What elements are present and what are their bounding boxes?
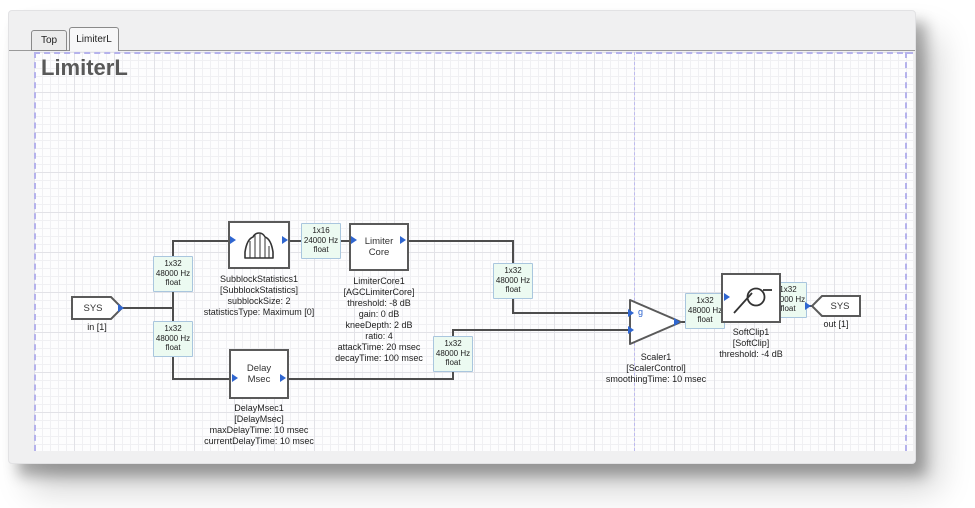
wire[interactable] bbox=[172, 240, 230, 242]
port-arrow-icon bbox=[118, 304, 124, 312]
wire[interactable] bbox=[452, 329, 630, 331]
page-guide-right bbox=[905, 52, 907, 451]
block-title: DelayMsec1 bbox=[164, 403, 354, 414]
wire-type-label[interactable]: 1x32 48000 Hz float bbox=[493, 263, 533, 299]
block-params: threshold: -4 dB bbox=[656, 349, 846, 360]
limitercore-inner-label: Limiter Core bbox=[365, 236, 394, 258]
port-arrow-icon bbox=[282, 236, 288, 244]
block-class: [SoftClip] bbox=[656, 338, 846, 349]
block-params: threshold: -8 dB gain: 0 dB kneeDepth: 2… bbox=[284, 298, 474, 364]
sys-input-pin-label: in [1] bbox=[71, 322, 123, 332]
page-guide-left bbox=[34, 52, 36, 451]
tab-top[interactable]: Top bbox=[31, 30, 67, 51]
port-arrow-icon bbox=[232, 374, 238, 382]
port-arrow-icon bbox=[674, 318, 680, 326]
subblockstatistics-block[interactable] bbox=[228, 221, 290, 269]
port-arrow-icon bbox=[628, 326, 634, 334]
wire-type-label[interactable]: 1x32 48000 Hz float bbox=[153, 321, 193, 357]
tab-strip: Top LimiterL bbox=[9, 11, 915, 51]
sys-output-block[interactable]: SYS bbox=[811, 295, 861, 317]
block-class: [AGCLimiterCore] bbox=[284, 287, 474, 298]
block-class: [DelayMsec] bbox=[164, 414, 354, 425]
page: Top LimiterL LimiterL bbox=[0, 0, 975, 508]
limitercore-caption: LimiterCore1 [AGCLimiterCore] threshold:… bbox=[284, 276, 474, 364]
port-arrow-icon bbox=[628, 309, 634, 317]
block-params: smoothingTime: 10 msec bbox=[561, 374, 751, 385]
wire-type-label[interactable]: 1x16 24000 Hz float bbox=[301, 223, 341, 259]
sys-output-label: SYS bbox=[811, 295, 861, 317]
port-arrow-icon bbox=[351, 236, 357, 244]
softclip-caption: SoftClip1 [SoftClip] threshold: -4 dB bbox=[656, 327, 846, 360]
canvas-title: LimiterL bbox=[41, 55, 128, 81]
wire[interactable] bbox=[287, 378, 454, 380]
block-params: maxDelayTime: 10 msec currentDelayTime: … bbox=[164, 425, 354, 447]
sys-output-pin-label: out [1] bbox=[811, 319, 861, 329]
wire-type-label[interactable]: 1x32 48000 Hz float bbox=[685, 293, 725, 329]
scaler-gain-pin-label: g bbox=[638, 307, 643, 317]
designer-window: Top LimiterL LimiterL bbox=[8, 10, 916, 464]
delaymsec-inner-label: Delay Msec bbox=[247, 363, 271, 385]
port-arrow-icon bbox=[805, 302, 811, 310]
block-class: [ScalerControl] bbox=[561, 363, 751, 374]
limitercore-block[interactable]: Limiter Core bbox=[349, 223, 409, 271]
wire[interactable] bbox=[407, 240, 514, 242]
softclip-block[interactable] bbox=[721, 273, 781, 323]
sys-input-label: SYS bbox=[71, 296, 123, 320]
block-title: LimiterCore1 bbox=[284, 276, 474, 287]
page-guide-top bbox=[34, 52, 913, 54]
wire[interactable] bbox=[172, 378, 232, 380]
page-break-guide bbox=[634, 52, 635, 451]
delaymsec-caption: DelayMsec1 [DelayMsec] maxDelayTime: 10 … bbox=[164, 403, 354, 447]
port-arrow-icon bbox=[724, 293, 730, 301]
histogram-icon bbox=[241, 230, 277, 260]
tab-limiterl[interactable]: LimiterL bbox=[69, 27, 119, 51]
port-arrow-icon bbox=[230, 236, 236, 244]
port-arrow-icon bbox=[280, 374, 286, 382]
port-arrow-icon bbox=[400, 236, 406, 244]
wire[interactable] bbox=[512, 312, 630, 314]
tab-strip-divider bbox=[9, 50, 915, 51]
sys-input-block[interactable]: SYS bbox=[71, 296, 123, 320]
schematic-canvas[interactable]: LimiterL bbox=[34, 52, 913, 451]
softclip-curve-icon bbox=[728, 280, 774, 316]
